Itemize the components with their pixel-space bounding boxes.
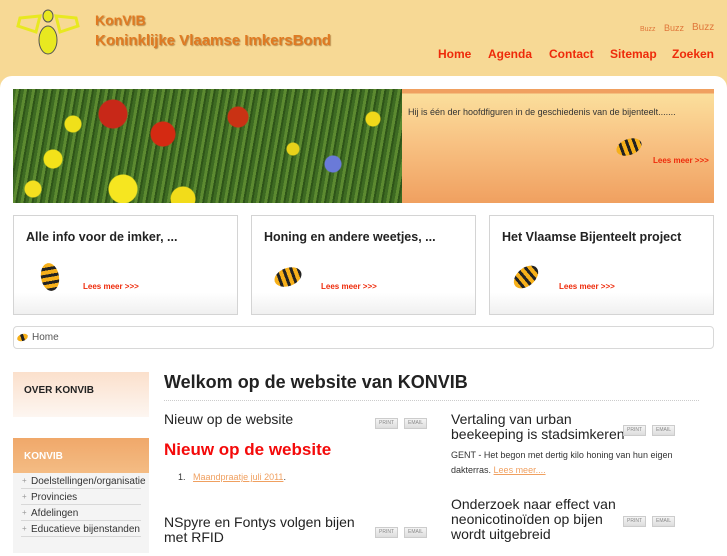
breadcrumb: Home	[13, 326, 714, 349]
sidebar-over-konvib[interactable]: OVER KONVIB	[13, 372, 149, 417]
sidebar-item-provincies[interactable]: Provincies	[21, 489, 141, 505]
article-heading: Nieuw op de website	[164, 440, 332, 459]
email-button[interactable]: EMAIL	[404, 527, 427, 538]
sidebar-konvib-header[interactable]: KONVIB	[13, 438, 149, 473]
nav-agenda[interactable]: Agenda	[488, 47, 532, 61]
banner-text: Hij is één der hoofdfiguren in de geschi…	[408, 107, 676, 117]
buzz-large: Buzz	[692, 22, 715, 33]
print-button[interactable]: PRINT	[375, 418, 398, 429]
sidebar-item-educatieve[interactable]: Educatieve bijenstanden	[21, 521, 141, 537]
nav-sitemap[interactable]: Sitemap	[610, 47, 657, 61]
bee-icon	[509, 261, 543, 293]
summary-text: GENT - Het begon met dertig kilo honing …	[451, 450, 673, 475]
banner: Hij is één der hoofdfiguren in de geschi…	[13, 89, 714, 203]
article-title[interactable]: Onderzoek naar effect van neonicotinoïde…	[451, 497, 626, 542]
bee-icon	[16, 332, 29, 343]
bee-icon	[38, 261, 62, 293]
breadcrumb-home[interactable]: Home	[32, 332, 59, 343]
info-box-honing: Honing en andere weetjes, ... Lees meer …	[251, 215, 476, 315]
banner-teaser: Hij is één der hoofdfiguren in de geschi…	[402, 89, 714, 203]
article-summary: GENT - Het begon met dertig kilo honing …	[451, 448, 706, 478]
banner-read-more-link[interactable]: Lees meer >>>	[653, 156, 709, 165]
email-button[interactable]: EMAIL	[652, 516, 675, 527]
nav-contact[interactable]: Contact	[549, 47, 594, 61]
list-punct: .	[283, 472, 286, 482]
nav-home[interactable]: Home	[438, 47, 471, 61]
sidebar-item-afdelingen[interactable]: Afdelingen	[21, 505, 141, 521]
brand-full: Koninklijke Vlaamse ImkersBond	[95, 32, 331, 49]
list-number: 1.	[178, 472, 186, 482]
article-list: 1. Maandpraatje juli 2011.	[178, 472, 286, 482]
nav-zoeken[interactable]: Zoeken	[672, 47, 714, 61]
print-button[interactable]: PRINT	[623, 516, 646, 527]
page-title: Welkom op de website van KONVIB	[164, 372, 468, 392]
maandpraatje-link[interactable]: Maandpraatje juli 2011	[193, 472, 283, 482]
box-title: Honing en andere weetjes, ...	[264, 230, 436, 244]
box-read-more-link[interactable]: Lees meer >>>	[559, 282, 615, 291]
box-read-more-link[interactable]: Lees meer >>>	[321, 282, 377, 291]
print-button[interactable]: PRINT	[623, 425, 646, 436]
article-title[interactable]: Nieuw op de website	[164, 412, 293, 427]
box-title: Het Vlaamse Bijenteelt project	[502, 230, 682, 244]
sidebar-item-doelstellingen[interactable]: Doelstellingen/organisatie	[21, 473, 146, 489]
bee-logo-icon[interactable]	[12, 6, 84, 56]
info-box-imker: Alle info voor de imker, ... Lees meer >…	[13, 215, 238, 315]
article-title[interactable]: Vertaling van urban beekeeping is stadsi…	[451, 412, 626, 442]
article-title[interactable]: NSpyre en Fontys volgen bijen met RFID	[164, 515, 364, 545]
print-button[interactable]: PRINT	[375, 527, 398, 538]
box-title: Alle info voor de imker, ...	[26, 230, 178, 244]
sidebar-menu: Doelstellingen/organisatie Provincies Af…	[13, 473, 149, 553]
divider	[164, 400, 699, 401]
buzz-small: Buzz	[640, 26, 656, 33]
bee-icon	[614, 135, 644, 159]
flower-field-image	[13, 89, 402, 203]
bee-icon	[271, 263, 305, 291]
box-read-more-link[interactable]: Lees meer >>>	[83, 282, 139, 291]
info-box-project: Het Vlaamse Bijenteelt project Lees meer…	[489, 215, 714, 315]
email-button[interactable]: EMAIL	[404, 418, 427, 429]
buzz-medium: Buzz	[664, 23, 685, 33]
email-button[interactable]: EMAIL	[652, 425, 675, 436]
read-more-link[interactable]: Lees meer....	[494, 465, 546, 475]
brand-short: KonVIB	[95, 12, 146, 28]
